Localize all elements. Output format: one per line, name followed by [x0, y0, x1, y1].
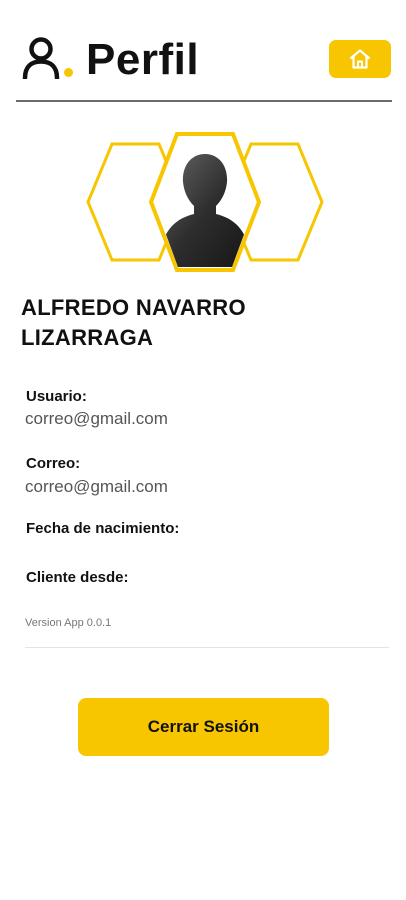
app-version: Version App 0.0.1	[25, 617, 112, 629]
page-title: Perfil	[86, 35, 200, 84]
correo-label: Correo:	[26, 455, 81, 472]
content-divider	[25, 647, 389, 648]
home-button[interactable]	[329, 40, 391, 78]
user-outline-icon	[22, 37, 60, 79]
cliente-desde-label: Cliente desde:	[26, 569, 129, 586]
profile-name-line1: ALFREDO NAVARRO	[21, 295, 246, 320]
header: Perfil	[0, 0, 406, 102]
profile-name-line2: LIZARRAGA	[21, 325, 154, 350]
accent-dot	[64, 68, 73, 77]
logout-button[interactable]: Cerrar Sesión	[78, 698, 329, 756]
home-icon	[349, 49, 371, 69]
correo-value: correo@gmail.com	[25, 477, 168, 496]
avatar	[74, 130, 336, 275]
profile-name: ALFREDO NAVARRO LIZARRAGA	[21, 293, 381, 353]
fecha-nacimiento-label: Fecha de nacimiento:	[26, 520, 180, 537]
header-divider	[16, 100, 392, 102]
usuario-label: Usuario:	[26, 388, 87, 405]
usuario-value: correo@gmail.com	[25, 409, 168, 428]
